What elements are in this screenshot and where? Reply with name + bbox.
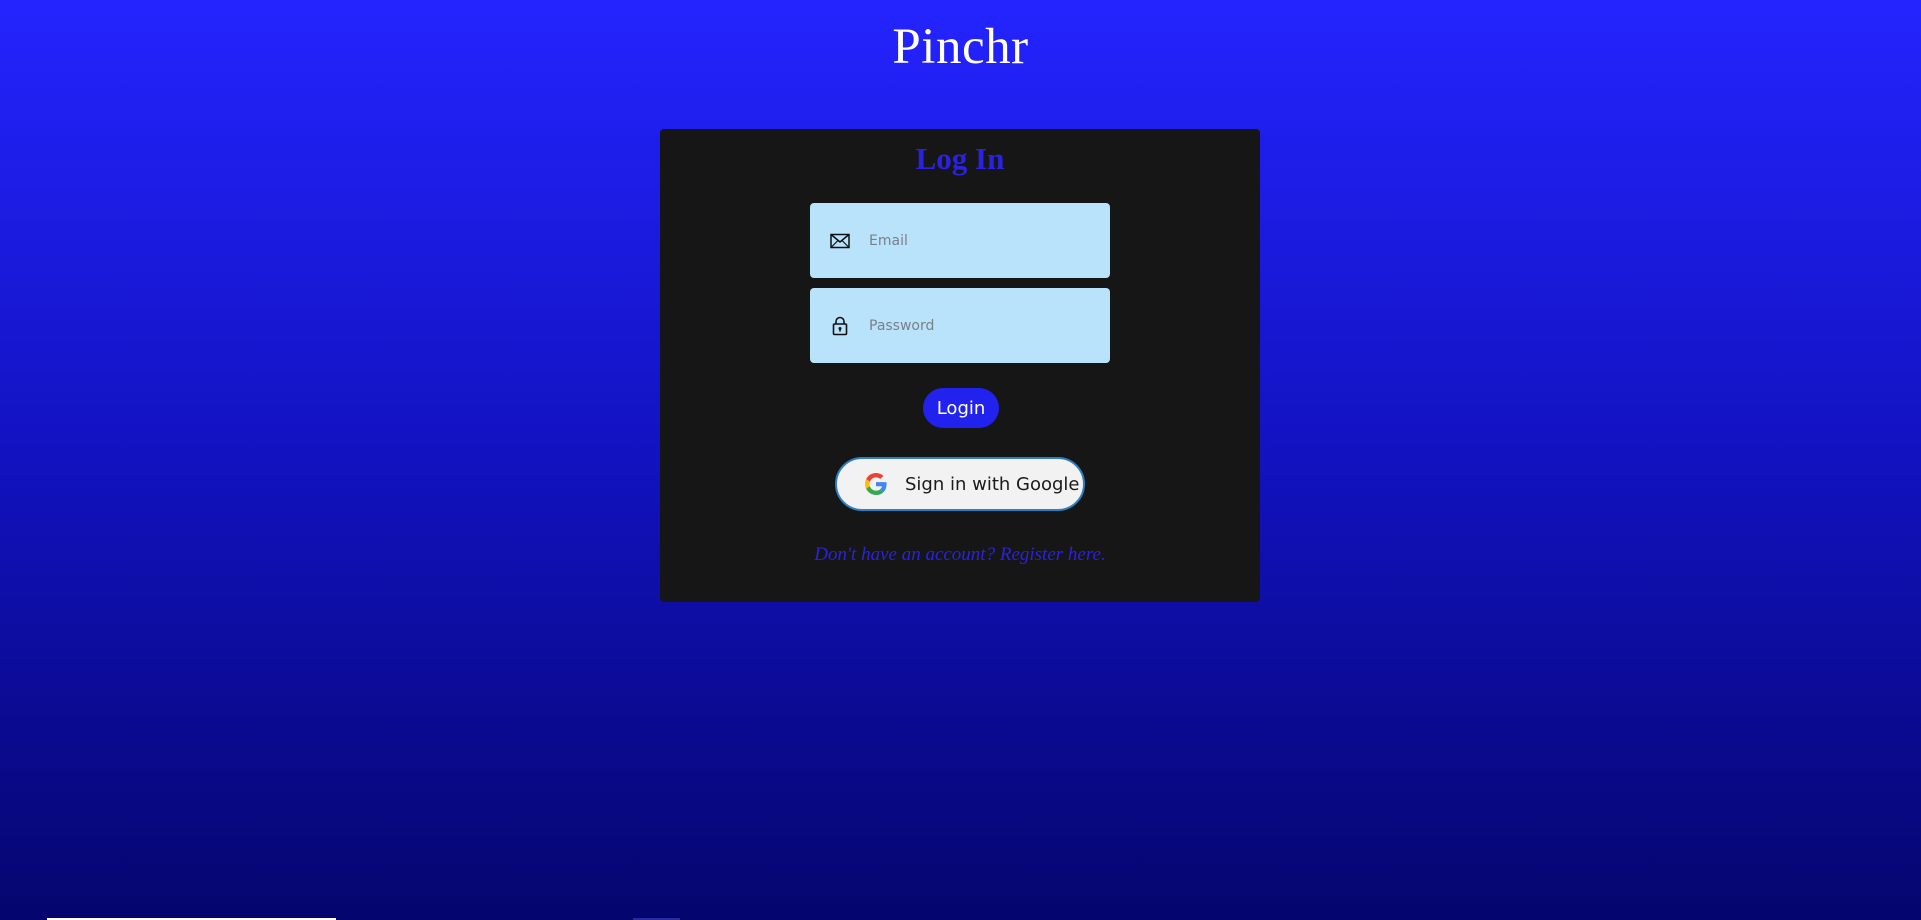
envelope-icon xyxy=(829,230,851,252)
email-field-container[interactable] xyxy=(810,203,1110,278)
google-signin-label: Sign in with Google xyxy=(905,473,1080,495)
login-button[interactable]: Login xyxy=(923,388,999,428)
app-title: Pinchr xyxy=(892,19,1029,75)
password-field-container[interactable] xyxy=(810,288,1110,363)
google-signin-button[interactable]: Sign in with Google xyxy=(835,457,1085,511)
password-input[interactable] xyxy=(869,317,1089,334)
email-input[interactable] xyxy=(869,232,1089,249)
lock-icon xyxy=(829,315,851,337)
login-heading: Log In xyxy=(915,141,1005,176)
login-card: Log In Login xyxy=(660,129,1260,602)
google-icon xyxy=(865,473,887,495)
register-link[interactable]: Don't have an account? Register here. xyxy=(660,544,1260,566)
